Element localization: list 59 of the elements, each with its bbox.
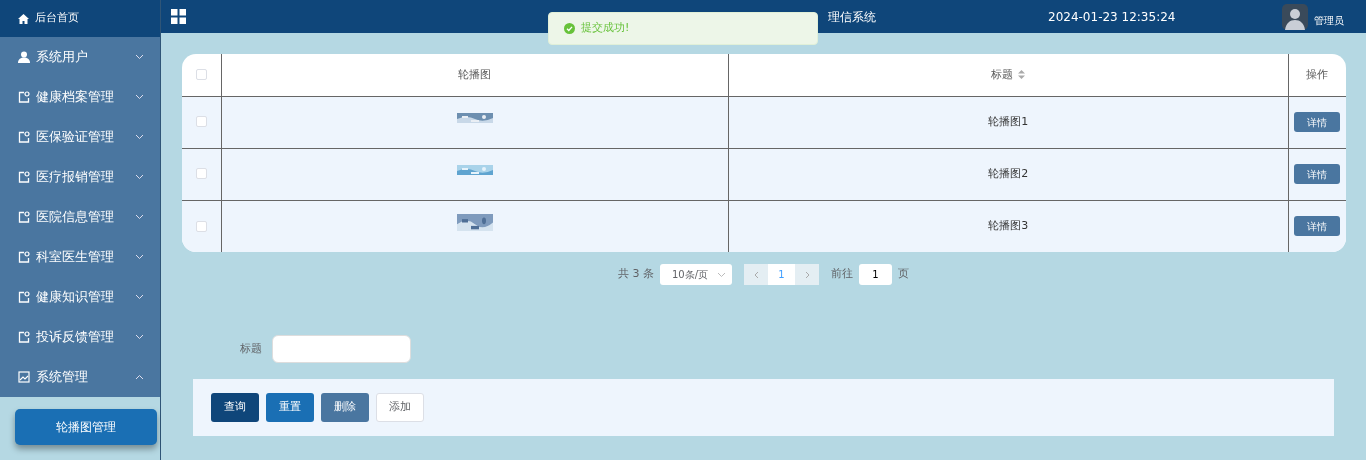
sort-icon[interactable] — [1018, 70, 1026, 79]
row-checkbox[interactable] — [195, 220, 207, 232]
submenu-item[interactable]: 轮播图管理 — [15, 409, 157, 445]
total-count: 共 3 条 — [618, 266, 654, 283]
chevron-right-icon — [804, 270, 810, 279]
column-header: 操作 — [1306, 67, 1329, 81]
toast-message: 提交成功! — [581, 20, 630, 37]
query-button[interactable]: 查询 — [211, 393, 259, 422]
menu-item[interactable]: 医保验证管理 — [0, 117, 160, 157]
field-label: 标题 — [240, 340, 262, 357]
document-icon — [18, 291, 30, 303]
column-header: 轮播图 — [458, 67, 492, 81]
document-icon — [18, 251, 30, 263]
detail-button[interactable]: 详情 — [1294, 216, 1341, 237]
home-link[interactable]: 后台首页 — [0, 0, 160, 37]
delete-button[interactable]: 删除 — [321, 393, 369, 422]
menu-item[interactable]: 健康档案管理 — [0, 77, 160, 117]
check-icon — [564, 23, 575, 34]
menu-item[interactable]: 健康知识管理 — [0, 277, 160, 317]
home-icon — [18, 13, 29, 24]
menu-item[interactable]: 投诉反馈管理 — [0, 317, 160, 357]
caret-icon — [717, 271, 726, 278]
menu-item[interactable]: 系统管理 — [0, 357, 160, 397]
chevron-left-icon — [753, 270, 759, 279]
detail-button[interactable]: 详情 — [1294, 164, 1341, 184]
page-button[interactable]: 1 — [768, 264, 795, 285]
reset-button[interactable]: 重置 — [266, 393, 314, 422]
document-icon — [18, 211, 30, 223]
detail-button[interactable]: 详情 — [1294, 112, 1341, 132]
select-all-checkbox[interactable] — [195, 69, 207, 80]
table-cell: 轮播图2 — [988, 166, 1029, 180]
add-button[interactable]: 添加 — [376, 393, 424, 422]
next-page-button[interactable] — [795, 264, 819, 285]
document-icon — [18, 171, 30, 183]
image-icon — [18, 371, 30, 383]
system-title: 理信系统 — [828, 8, 876, 26]
goto-label: 前往 — [831, 266, 853, 283]
menu-item[interactable]: 医院信息管理 — [0, 197, 160, 237]
datetime: 2024-01-23 12:35:24 — [1048, 8, 1176, 26]
page-suffix: 页 — [898, 266, 909, 283]
document-icon — [18, 331, 30, 343]
prev-page-button[interactable] — [744, 264, 768, 285]
table-cell: 轮播图1 — [988, 114, 1029, 128]
page-size-select[interactable]: 10条/页 — [660, 264, 732, 285]
table-cell: 轮播图3 — [988, 219, 1029, 232]
page-input[interactable]: 1 — [859, 264, 892, 285]
row-checkbox[interactable] — [195, 168, 207, 180]
menu-item[interactable]: 医疗报销管理 — [0, 157, 160, 197]
menu-item[interactable]: 科室医生管理 — [0, 237, 160, 277]
title-input[interactable] — [272, 335, 411, 363]
user-icon — [18, 51, 30, 63]
user-name: 管理员 — [1314, 14, 1345, 28]
document-icon — [18, 91, 30, 103]
avatar — [1282, 3, 1309, 30]
column-header: 标题 — [991, 67, 1014, 81]
menu-item[interactable]: 系统用户 — [0, 37, 160, 77]
row-checkbox[interactable] — [195, 116, 207, 128]
document-icon — [18, 131, 30, 143]
grid-icon[interactable] — [171, 9, 186, 24]
